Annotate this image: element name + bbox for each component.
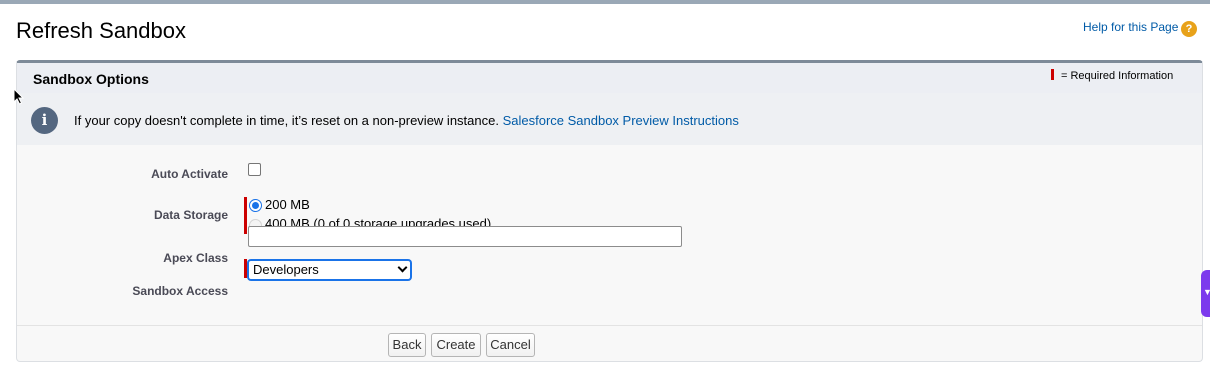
info-message: i If your copy doesn't complete in time,…: [17, 93, 1202, 145]
panel-header: Sandbox Options = Required Information: [17, 63, 1202, 93]
back-button[interactable]: Back: [388, 333, 426, 357]
info-message-text: If your copy doesn't complete in time, i…: [74, 113, 503, 128]
page-title: Refresh Sandbox: [16, 18, 186, 43]
help-link[interactable]: Help for this Page: [1083, 20, 1178, 34]
top-border: [0, 0, 1210, 4]
sandbox-access-required-marker: [244, 259, 247, 278]
apex-class-input[interactable]: [248, 226, 682, 247]
create-button[interactable]: Create: [431, 333, 481, 357]
footer-divider: [17, 325, 1202, 326]
sandbox-options-panel: Sandbox Options = Required Information i…: [16, 60, 1203, 362]
auto-activate-label: Auto Activate: [151, 167, 228, 181]
sandbox-preview-instructions-link[interactable]: Salesforce Sandbox Preview Instructions: [503, 113, 739, 128]
data-storage-200mb-radio[interactable]: [249, 199, 262, 212]
cancel-button[interactable]: Cancel: [486, 333, 535, 357]
data-storage-label: Data Storage: [153, 208, 228, 222]
data-storage-200mb-label: 200 MB: [265, 197, 310, 212]
side-panel-tab[interactable]: ▼: [1201, 270, 1210, 317]
sandbox-access-label: Sandbox Access: [132, 284, 228, 298]
info-icon: i: [31, 107, 58, 134]
required-marker: [1051, 69, 1054, 80]
required-legend-text: = Required Information: [1061, 70, 1174, 82]
sandbox-access-selected: Developers: [253, 262, 319, 277]
form-area: Auto Activate Data Storage 200 MB 400 MB…: [17, 145, 1202, 325]
data-storage-required-marker: [244, 197, 247, 234]
apex-class-label: Apex Class: [163, 251, 228, 265]
sandbox-access-select[interactable]: Developers: [248, 260, 411, 280]
chevron-down-icon: [397, 262, 408, 273]
mouse-cursor-icon: [13, 88, 25, 105]
chevron-down-icon: ▼: [1203, 287, 1210, 297]
required-legend: = Required Information: [1051, 69, 1173, 82]
section-title: Sandbox Options: [33, 71, 149, 87]
help-icon[interactable]: ?: [1181, 21, 1197, 37]
info-text: If your copy doesn't complete in time, i…: [74, 113, 739, 128]
auto-activate-checkbox[interactable]: [248, 163, 261, 176]
